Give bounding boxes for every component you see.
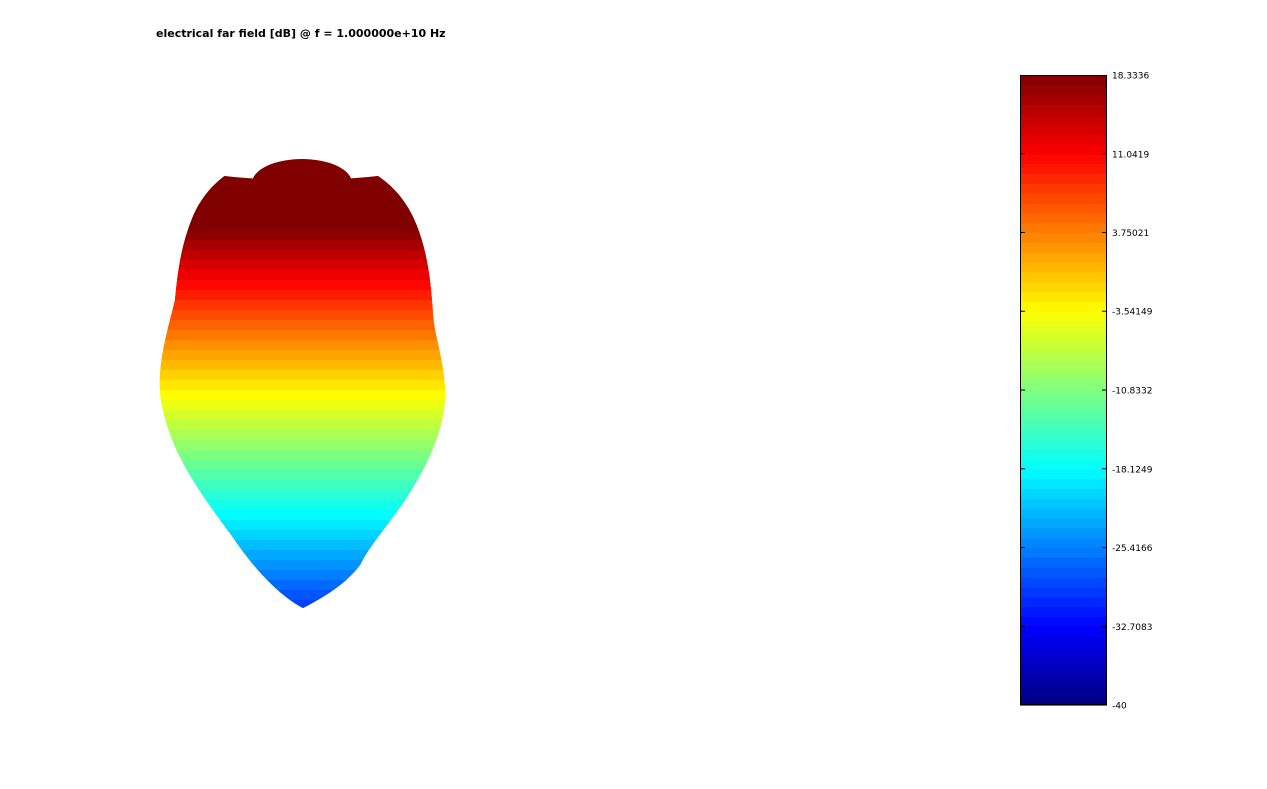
colorbar-band	[1020, 104, 1107, 115]
colorbar-band	[1020, 527, 1107, 539]
colorbar-tick-label: 18.3336	[1112, 72, 1149, 82]
colorbar-band	[1020, 311, 1107, 322]
colorbar-tick-label: 3.75021	[1112, 229, 1149, 239]
colorbar-band	[1020, 429, 1107, 440]
colorbar-band	[1020, 557, 1107, 568]
colorbar-band	[1020, 409, 1107, 421]
colorbar-band	[1020, 163, 1107, 175]
colorbar-band	[1020, 143, 1107, 155]
colorbar-band	[1020, 222, 1107, 234]
colorbar-band	[1020, 193, 1107, 204]
colorbar-band	[1020, 537, 1107, 549]
colorbar-band	[1020, 173, 1107, 184]
colorbar-tick-label: -32.7083	[1112, 623, 1152, 633]
colorbar-band	[1020, 517, 1107, 529]
colorbar-band	[1020, 321, 1107, 332]
colorbar-band	[1020, 655, 1107, 667]
colorbar-band	[1020, 153, 1107, 165]
colorbar-band	[1020, 468, 1107, 480]
colorbar-tick-label: -40	[1112, 702, 1127, 712]
colorbar-band	[1020, 212, 1107, 224]
colorbar-band	[1020, 419, 1107, 430]
far-field-pattern-surface	[126, 155, 476, 680]
colorbar-band	[1020, 134, 1107, 145]
colorbar-band	[1020, 390, 1107, 401]
colorbar-band	[1020, 508, 1107, 519]
colorbar-band	[1020, 586, 1107, 598]
colorbar-tick-label: -10.8332	[1112, 387, 1152, 397]
colorbar-band	[1020, 252, 1107, 263]
colorbar-band	[1020, 399, 1107, 411]
colorbar-band	[1020, 577, 1107, 588]
colorbar-band	[1020, 114, 1107, 125]
colorbar-band	[1020, 636, 1107, 647]
colorbar-band	[1020, 685, 1107, 696]
colorbar-band	[1020, 626, 1107, 637]
colorbar-band	[1020, 478, 1107, 490]
colorbar-band	[1020, 340, 1107, 352]
colorbar-band	[1020, 449, 1107, 460]
colorbar-band	[1020, 498, 1107, 509]
colorbar-tick-label: -3.54149	[1112, 308, 1153, 318]
colorbar-band	[1020, 232, 1107, 243]
colorbar-band	[1020, 547, 1107, 558]
pattern-band	[126, 610, 476, 680]
colorbar-band	[1020, 360, 1107, 371]
colorbar-band	[1020, 488, 1107, 499]
colorbar-band	[1020, 281, 1107, 293]
colorbar-band	[1020, 616, 1107, 627]
colorbar-band	[1020, 350, 1107, 362]
colorbar-band	[1020, 330, 1107, 342]
colorbar-band	[1020, 458, 1107, 470]
colorbar-band	[1020, 606, 1107, 617]
colorbar-band	[1020, 645, 1107, 657]
colorbar-band	[1020, 84, 1107, 96]
colorbar-band	[1020, 242, 1107, 253]
pattern-peak-cap	[252, 159, 352, 207]
colorbar-tick-label: -25.4166	[1112, 544, 1153, 554]
colorbar-band	[1020, 301, 1107, 312]
colorbar-band	[1020, 675, 1107, 686]
colorbar-band	[1020, 567, 1107, 578]
colorbar-band	[1020, 183, 1107, 194]
colorbar-tick-label: -18.1249	[1112, 465, 1153, 475]
colorbar-band	[1020, 75, 1107, 86]
colorbar-band	[1020, 202, 1107, 214]
colorbar-band	[1020, 665, 1107, 677]
figure-canvas: 18.3336 11.0419 3.75021 -3.54149 -10.8332 -18…	[126, 72, 1153, 712]
colorbar-band	[1020, 596, 1107, 608]
colorbar: 18.3336 11.0419 3.75021 -3.54149 -10.8332 -18…	[1020, 72, 1153, 712]
colorbar-band	[1020, 262, 1107, 273]
colorbar-band	[1020, 380, 1107, 391]
pattern-band	[159, 600, 445, 608]
colorbar-band	[1020, 124, 1107, 135]
colorbar-band	[1020, 94, 1107, 106]
colorbar-band	[1020, 271, 1107, 283]
colorbar-band	[1020, 439, 1107, 450]
colorbar-tick-label: 11.0419	[1112, 150, 1149, 160]
colorbar-band	[1020, 370, 1107, 381]
colorbar-band	[1020, 291, 1107, 302]
